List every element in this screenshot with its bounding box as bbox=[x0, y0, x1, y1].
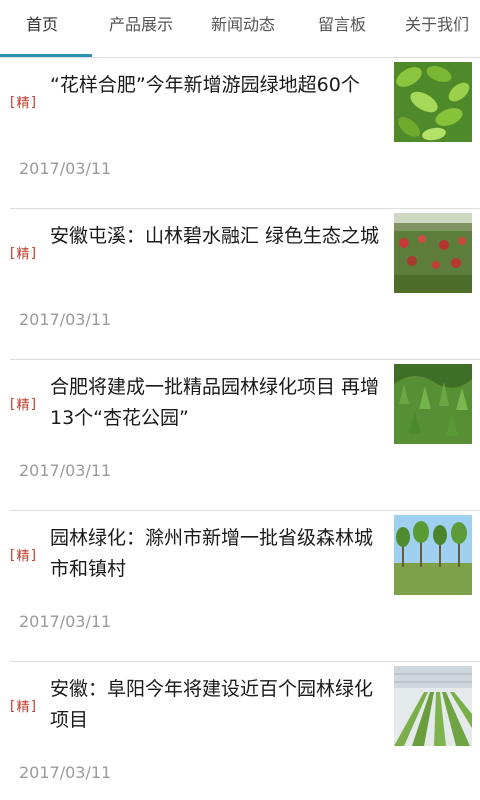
nursery-field-photo[interactable] bbox=[394, 213, 472, 293]
active-tab-indicator bbox=[0, 54, 92, 57]
green-shrubs-photo[interactable] bbox=[394, 364, 472, 444]
green-leaves-photo[interactable] bbox=[394, 62, 472, 142]
tab-news[interactable]: 新闻动态 bbox=[211, 0, 275, 55]
article-title[interactable]: 安徽屯溪：山林碧水融汇 绿色生态之城 bbox=[50, 221, 385, 252]
article-date: 2017/03/11 bbox=[19, 763, 112, 782]
tab-home[interactable]: 首页 bbox=[26, 0, 58, 55]
article-date: 2017/03/11 bbox=[19, 612, 112, 631]
top-tab-bar: 首页 产品展示 新闻动态 留言板 关于我们 bbox=[0, 0, 480, 58]
featured-badge: 精 bbox=[10, 697, 36, 720]
featured-badge: 精 bbox=[10, 546, 36, 569]
tab-about-us[interactable]: 关于我们 bbox=[405, 0, 469, 55]
list-item[interactable]: 精 “花样合肥”今年新增游园绿地超60个 2017/03/11 bbox=[10, 58, 480, 209]
list-item[interactable]: 精 园林绿化：滁州市新增一批省级森林城市和镇村 2017/03/11 bbox=[10, 511, 480, 662]
news-list: 精 “花样合肥”今年新增游园绿地超60个 2017/03/11 精 安徽屯溪：山… bbox=[0, 58, 480, 800]
article-date: 2017/03/11 bbox=[19, 159, 112, 178]
featured-badge: 精 bbox=[10, 395, 36, 418]
list-item[interactable]: 精 安徽屯溪：山林碧水融汇 绿色生态之城 2017/03/11 bbox=[10, 209, 480, 360]
article-date: 2017/03/11 bbox=[19, 461, 112, 480]
article-title[interactable]: “花样合肥”今年新增游园绿地超60个 bbox=[50, 70, 385, 101]
list-item[interactable]: 精 安徽：阜阳今年将建设近百个园林绿化项目 2017/03/11 bbox=[10, 662, 480, 800]
list-item[interactable]: 精 合肥将建成一批精品园林绿化项目 再增13个“杏花公园” 2017/03/11 bbox=[10, 360, 480, 511]
tab-products[interactable]: 产品展示 bbox=[109, 0, 173, 55]
article-title[interactable]: 园林绿化：滁州市新增一批省级森林城市和镇村 bbox=[50, 523, 385, 585]
article-title[interactable]: 安徽：阜阳今年将建设近百个园林绿化项目 bbox=[50, 674, 385, 736]
featured-badge: 精 bbox=[10, 93, 36, 116]
article-title[interactable]: 合肥将建成一批精品园林绿化项目 再增13个“杏花公园” bbox=[50, 372, 385, 434]
greenhouse-photo[interactable] bbox=[394, 666, 472, 746]
tab-message-board[interactable]: 留言板 bbox=[318, 0, 366, 55]
article-date: 2017/03/11 bbox=[19, 310, 112, 329]
featured-badge: 精 bbox=[10, 244, 36, 267]
tree-plantation-photo[interactable] bbox=[394, 515, 472, 595]
